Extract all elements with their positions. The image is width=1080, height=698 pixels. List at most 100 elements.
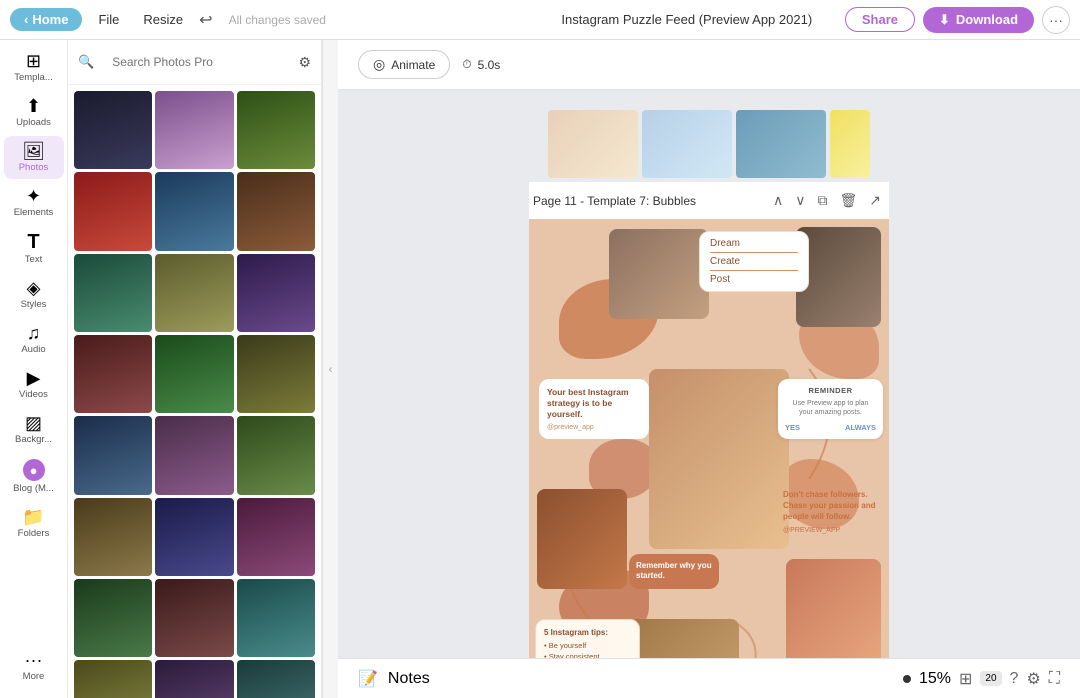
styles-icon: ◈: [27, 279, 41, 297]
sidebar-item-styles[interactable]: ◈ Styles: [4, 273, 64, 316]
panel-collapse-handle[interactable]: ‹: [322, 40, 338, 698]
share-button[interactable]: Share: [845, 7, 915, 32]
page-copy-button[interactable]: ⧉: [813, 190, 831, 211]
list-item[interactable]: [74, 335, 152, 413]
list-item[interactable]: [155, 579, 233, 657]
list-item[interactable]: [74, 498, 152, 576]
list-item[interactable]: [155, 91, 233, 169]
list-item[interactable]: [155, 254, 233, 332]
page-11-header: Page 11 - Template 7: Bubbles ∧ ∨ ⧉ 🗑 ↗: [529, 182, 889, 219]
elements-icon: ✦: [26, 187, 41, 205]
page-more-button[interactable]: ↗: [865, 190, 885, 211]
photo-person-bottom[interactable]: [629, 619, 739, 658]
prev-page-item[interactable]: [548, 110, 638, 178]
help-button[interactable]: ?: [1010, 670, 1019, 688]
list-item[interactable]: [237, 254, 315, 332]
notes-toggle-button[interactable]: 📝: [358, 669, 378, 689]
templates-label: Templa...: [14, 72, 53, 83]
list-item[interactable]: [155, 172, 233, 250]
blog-icon: ●: [23, 459, 45, 481]
preview-strip: [548, 110, 870, 178]
canvas-area: ◎ Animate ⏱ 5.0s Page 11 - Template 7: B…: [338, 40, 1080, 698]
sidebar-item-templates[interactable]: ⊞ Templa...: [4, 46, 64, 89]
list-item[interactable]: [74, 91, 152, 169]
photos-label: Photos: [19, 162, 49, 173]
zoom-controls: 15% ⊞ 20 ? ⚙ ⛶: [903, 669, 1060, 689]
page-collapse-down-button[interactable]: ∨: [791, 190, 809, 211]
page-collapse-up-button[interactable]: ∧: [769, 190, 787, 211]
help-icon: ?: [1010, 670, 1019, 687]
strategy-handle: @preview_app: [547, 424, 641, 431]
canvas-scroll[interactable]: Page 11 - Template 7: Bubbles ∧ ∨ ⧉ 🗑 ↗: [338, 90, 1080, 658]
file-button[interactable]: File: [90, 8, 127, 31]
photo-woman-main[interactable]: [649, 369, 789, 549]
videos-label: Videos: [19, 389, 48, 400]
fullscreen-button[interactable]: ⛶: [1049, 670, 1060, 688]
list-item[interactable]: [155, 498, 233, 576]
grid-view-button[interactable]: ⊞: [959, 669, 972, 689]
prev-page-item[interactable]: [830, 110, 870, 178]
reminder-card[interactable]: REMINDER Use Preview app to plan your am…: [778, 379, 883, 439]
list-item[interactable]: [237, 498, 315, 576]
list-item[interactable]: [237, 91, 315, 169]
filter-button[interactable]: ⚙: [298, 54, 311, 71]
list-item[interactable]: [74, 660, 152, 698]
home-button[interactable]: ‹ Home: [10, 8, 82, 31]
download-button[interactable]: ⬇ Download: [923, 7, 1034, 33]
photo-couple[interactable]: [609, 229, 709, 319]
undo-icon[interactable]: ↩: [199, 10, 212, 30]
download-icon: ⬇: [939, 12, 950, 28]
list-item[interactable]: [74, 254, 152, 332]
tips-card[interactable]: 5 Instagram tips: • Be yourself • Stay c…: [535, 619, 640, 658]
sidebar-item-audio[interactable]: ♫ Audio: [4, 318, 64, 361]
design-canvas[interactable]: Dream Create Post Your best Instagram st…: [529, 219, 889, 658]
resize-button[interactable]: Resize: [135, 8, 191, 31]
sidebar-item-photos[interactable]: 🖼 Photos: [4, 136, 64, 179]
sidebar-item-background[interactable]: ▨ Backgr...: [4, 408, 64, 451]
dream-create-post-card[interactable]: Dream Create Post: [699, 231, 809, 292]
list-item[interactable]: [237, 579, 315, 657]
photo-woman-bottom-right[interactable]: [786, 559, 881, 658]
remember-card[interactable]: Remember why you started.: [629, 554, 719, 589]
saved-status: All changes saved: [229, 13, 529, 27]
settings-button[interactable]: ⚙: [1026, 669, 1040, 689]
dont-chase-card[interactable]: Don't chase followers. Chase your passio…: [783, 489, 883, 534]
more-options-button[interactable]: ···: [1042, 6, 1070, 34]
list-item[interactable]: [237, 335, 315, 413]
sidebar-item-videos[interactable]: ▶ Videos: [4, 363, 64, 406]
sidebar-item-elements[interactable]: ✦ Elements: [4, 181, 64, 224]
prev-page-item[interactable]: [642, 110, 732, 178]
zoom-percentage: 15%: [919, 670, 951, 688]
ellipsis-icon: ···: [1049, 12, 1063, 28]
sidebar-item-uploads[interactable]: ⬆ Uploads: [4, 91, 64, 134]
list-item[interactable]: [155, 335, 233, 413]
list-item[interactable]: [155, 416, 233, 494]
search-input[interactable]: [100, 50, 292, 74]
timer-button[interactable]: ⏱ 5.0s: [462, 57, 500, 72]
sidebar-item-folders[interactable]: 📁 Folders: [4, 502, 64, 545]
sidebar-item-text[interactable]: T Text: [4, 226, 64, 271]
sidebar-item-more[interactable]: ··· More: [4, 645, 64, 688]
sidebar-item-blog[interactable]: ● Blog (M...: [4, 453, 64, 500]
reminder-title: REMINDER: [785, 386, 876, 395]
list-item[interactable]: [237, 416, 315, 494]
list-item[interactable]: [237, 172, 315, 250]
page-delete-button[interactable]: 🗑: [835, 190, 861, 211]
templates-icon: ⊞: [26, 52, 41, 70]
list-item[interactable]: [237, 660, 315, 698]
list-item[interactable]: [155, 660, 233, 698]
prev-page-item[interactable]: [736, 110, 826, 178]
page-11-container: Page 11 - Template 7: Bubbles ∧ ∨ ⧉ 🗑 ↗: [529, 182, 889, 658]
list-item[interactable]: [74, 579, 152, 657]
photo-brick-wall[interactable]: [537, 489, 627, 589]
strategy-card[interactable]: Your best Instagram strategy is to be yo…: [539, 379, 649, 439]
reminder-yes-button[interactable]: YES: [785, 423, 800, 432]
list-item[interactable]: [74, 416, 152, 494]
animate-button[interactable]: ◎ Animate: [358, 50, 450, 79]
notes-icon: 📝: [358, 671, 378, 688]
reminder-always-button[interactable]: ALWAYS: [845, 423, 876, 432]
videos-icon: ▶: [27, 369, 41, 387]
post-text: Post: [710, 274, 798, 285]
list-item[interactable]: [74, 172, 152, 250]
collapse-icon: ‹: [329, 362, 333, 376]
